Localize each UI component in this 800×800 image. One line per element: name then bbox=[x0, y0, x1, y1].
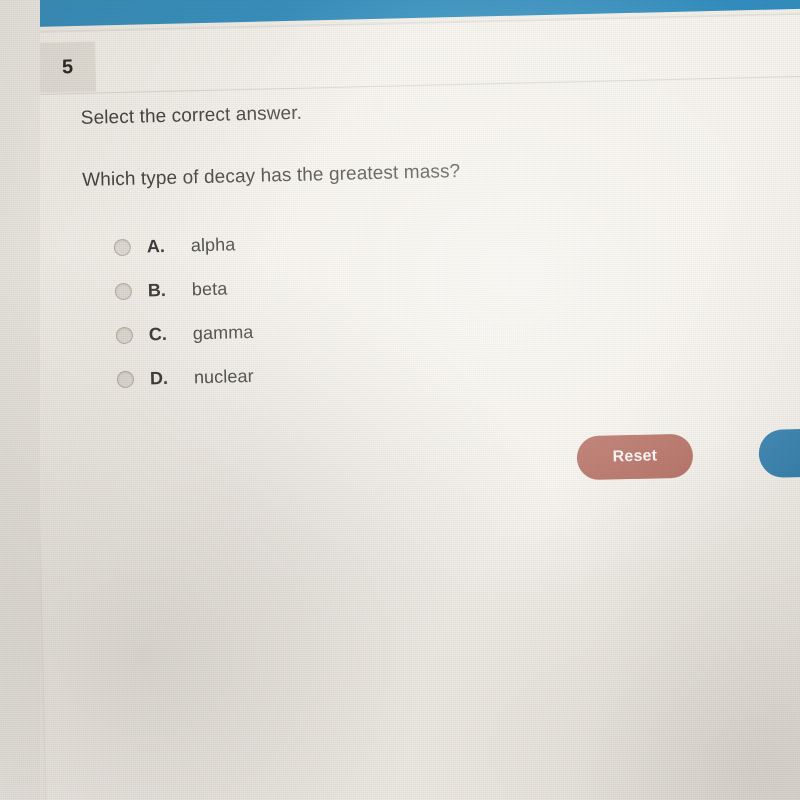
next-button[interactable]: Next bbox=[758, 427, 800, 479]
screen-surface: 5 Select the correct answer. Which type … bbox=[0, 0, 800, 800]
answer-option-label-c: gamma bbox=[192, 321, 254, 343]
answer-option-letter-c: C. bbox=[148, 323, 168, 344]
action-buttons: Reset Next bbox=[576, 427, 800, 482]
answer-option-label-d: nuclear bbox=[193, 365, 254, 387]
answer-option-letter-a: A. bbox=[146, 235, 166, 256]
radio-button-icon-b[interactable] bbox=[114, 282, 133, 300]
answer-option-label-a: alpha bbox=[190, 233, 236, 255]
radio-button-icon-a[interactable] bbox=[113, 238, 132, 256]
reset-button[interactable]: Reset bbox=[576, 433, 694, 481]
answer-option-letter-b: B. bbox=[147, 279, 167, 300]
question-number-label: 5 bbox=[61, 56, 74, 79]
answer-option-label-b: beta bbox=[191, 278, 228, 299]
screenshot-stage: 5 Select the correct answer. Which type … bbox=[0, 0, 800, 800]
answer-options-list: A. alpha B. beta C. gamma D. nuclear bbox=[113, 213, 637, 401]
question-number-badge: 5 bbox=[39, 41, 97, 93]
answer-option-letter-d: D. bbox=[149, 367, 169, 388]
radio-button-icon-c[interactable] bbox=[115, 326, 134, 344]
question-card bbox=[28, 12, 800, 800]
radio-button-icon-d[interactable] bbox=[116, 370, 135, 388]
